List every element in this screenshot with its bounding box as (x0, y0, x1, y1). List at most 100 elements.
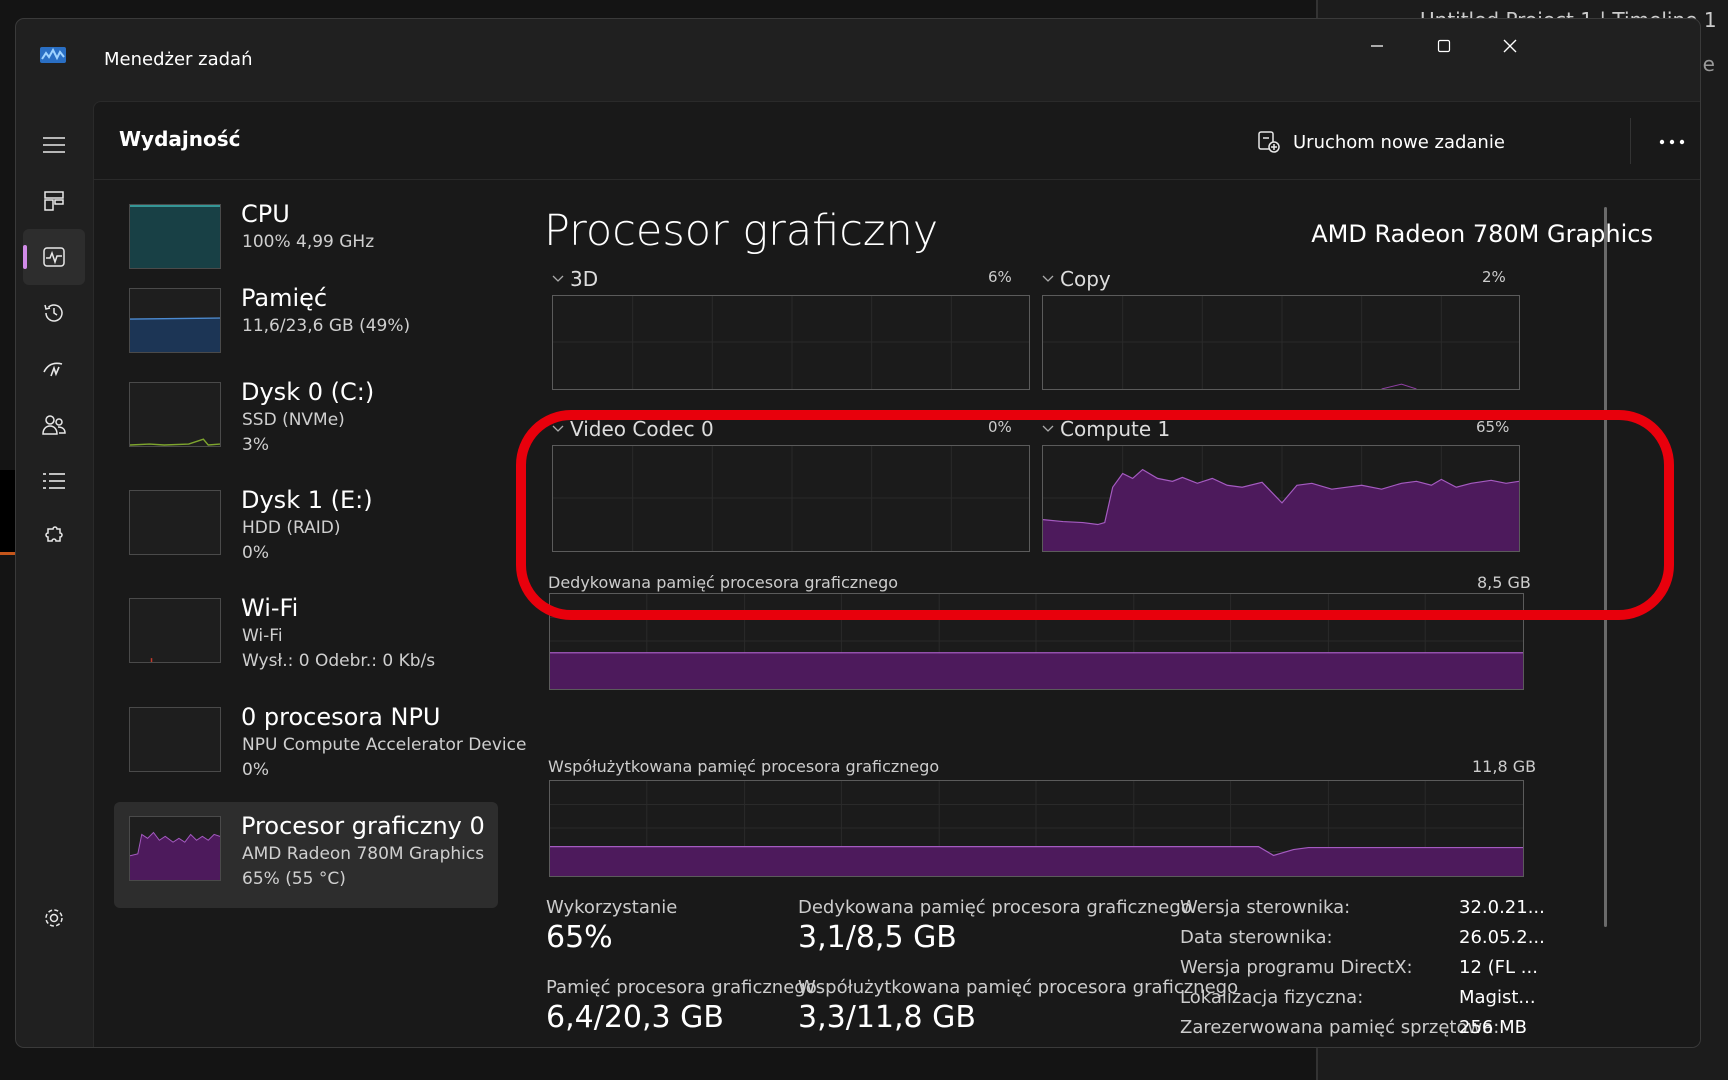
more-options-button[interactable] (1650, 124, 1694, 160)
engine-percent: 2% (1482, 268, 1506, 286)
users-icon (42, 415, 66, 435)
more-icon (1659, 139, 1685, 145)
engine-percent: 6% (988, 268, 1012, 286)
engine-selector-copy[interactable]: Copy (1042, 267, 1111, 291)
background-orange-bar (0, 470, 15, 555)
resource-subtitle: 100% 4,99 GHz (242, 232, 375, 252)
resource-subtitle: SSD (NVMe) (242, 410, 345, 430)
engine-graph-3d (552, 295, 1030, 390)
wifi-thumbnail (129, 598, 221, 663)
resource-subtitle: Wi-Fi (242, 626, 283, 646)
navigation-rail (16, 101, 92, 1047)
utilization-value: 65% (546, 920, 613, 955)
resource-item-memory[interactable]: Pamięć 11,6/23,6 GB (49%) (114, 274, 498, 380)
resource-item-disk1[interactable]: Dysk 1 (E:) HDD (RAID) 0% (114, 476, 498, 582)
nav-services[interactable] (23, 509, 85, 565)
resource-title: Pamięć (241, 284, 328, 312)
services-icon (45, 526, 63, 542)
minimize-button[interactable] (1357, 31, 1397, 61)
resource-value: 65% (55 °C) (242, 869, 346, 889)
engine-name: Copy (1060, 267, 1111, 291)
resource-title: Dysk 1 (E:) (241, 486, 373, 514)
resource-item-npu[interactable]: 0 procesora NPU NPU Compute Accelerator … (114, 693, 526, 799)
run-new-task-label: Uruchom nowe zadanie (1293, 131, 1505, 153)
disk0-thumbnail (129, 382, 221, 447)
shared-memory-max: 11,8 GB (1472, 757, 1537, 776)
dedicated-memory-stat-label: Dedykowana pamięć procesora graficznego (798, 897, 1192, 918)
settings-icon (45, 909, 63, 927)
page-header: Wydajność Uruchom nowe zadanie (94, 102, 1700, 180)
active-indicator (23, 245, 27, 269)
resource-title: Wi-Fi (241, 594, 299, 622)
app-title: Menedżer zadań (104, 49, 253, 70)
menu-button[interactable] (23, 117, 85, 173)
memory-thumbnail (129, 288, 221, 353)
nav-settings[interactable] (23, 890, 85, 946)
task-manager-app-icon (40, 47, 66, 63)
detail-key: Lokalizacja fizyczna: (1180, 987, 1364, 1008)
new-task-icon (1258, 131, 1280, 153)
gpu-memory-stat-label: Pamięć procesora graficznego (546, 977, 817, 998)
gpu-model-name: AMD Radeon 780M Graphics (1311, 220, 1653, 248)
dedicated-memory-stat-value: 3,1/8,5 GB (798, 920, 957, 955)
maximize-icon (1437, 39, 1451, 53)
app-history-icon (44, 304, 63, 322)
detail-value: 26.05.2... (1459, 927, 1545, 948)
gpu-memory-stat-value: 6,4/20,3 GB (546, 1000, 724, 1035)
npu-thumbnail (129, 707, 221, 772)
shared-memory-graph (549, 780, 1524, 877)
processes-icon (44, 191, 64, 211)
resource-value: 0% (242, 760, 269, 780)
maximize-button[interactable] (1424, 31, 1464, 61)
detail-key: Wersja sterownika: (1180, 897, 1351, 918)
chevron-down-icon (552, 275, 564, 282)
resource-title: Dysk 0 (C:) (241, 378, 375, 406)
resource-value: 3% (242, 435, 269, 455)
cpu-thumbnail (129, 204, 221, 269)
startup-icon (43, 362, 63, 377)
resource-subtitle: HDD (RAID) (242, 518, 341, 538)
shared-memory-stat-label: Współużytkowana pamięć procesora graficz… (798, 977, 1239, 998)
nav-processes[interactable] (23, 173, 85, 229)
performance-icon (43, 247, 65, 267)
close-icon (1503, 39, 1517, 53)
red-highlight-annotation (516, 410, 1674, 620)
resource-value: 0% (242, 543, 269, 563)
engine-selector-3d[interactable]: 3D (552, 267, 598, 291)
resource-title: Procesor graficzny 0 (241, 812, 485, 840)
detail-key: Zarezerwowana pamięć sprzętowa: (1180, 1017, 1500, 1038)
resource-subtitle: NPU Compute Accelerator Device (242, 735, 527, 755)
resource-value: Wysł.: 0 Odebr.: 0 Kb/s (242, 651, 436, 671)
resource-item-disk0[interactable]: Dysk 0 (C:) SSD (NVMe) 3% (114, 368, 498, 474)
nav-app-history[interactable] (23, 285, 85, 341)
run-new-task-button[interactable]: Uruchom nowe zadanie (1257, 124, 1505, 160)
gpu0-thumbnail (129, 816, 221, 881)
detail-key: Data sterownika: (1180, 927, 1333, 948)
disk1-thumbnail (129, 490, 221, 555)
shared-memory-stat-value: 3,3/11,8 GB (798, 1000, 976, 1035)
header-separator (1630, 118, 1631, 164)
detail-value: 12 (FL ... (1459, 957, 1538, 978)
resource-item-cpu[interactable]: CPU 100% 4,99 GHz (114, 180, 498, 286)
nav-performance[interactable] (23, 229, 85, 285)
resource-item-gpu0[interactable]: Procesor graficzny 0 AMD Radeon 780M Gra… (114, 802, 498, 908)
title-bar: Menedżer zadań (16, 19, 1700, 101)
engine-graph-copy (1042, 295, 1520, 390)
nav-users[interactable] (23, 397, 85, 453)
detail-value: 256 MB (1459, 1017, 1527, 1038)
nav-details[interactable] (23, 453, 85, 509)
details-icon (43, 473, 65, 489)
engine-name: 3D (570, 267, 599, 291)
resource-item-wifi[interactable]: Wi-Fi Wi-Fi Wysł.: 0 Odebr.: 0 Kb/s (114, 584, 498, 690)
resource-subtitle: AMD Radeon 780M Graphics (242, 844, 485, 864)
minimize-icon (1371, 45, 1383, 47)
detail-value: Magist... (1459, 987, 1536, 1008)
utilization-label: Wykorzystanie (546, 897, 678, 918)
detail-value: 32.0.21... (1459, 897, 1545, 918)
detail-key: Wersja programu DirectX: (1180, 957, 1413, 978)
nav-startup-apps[interactable] (23, 341, 85, 397)
resource-title: 0 procesora NPU (241, 703, 441, 731)
close-button[interactable] (1490, 31, 1530, 61)
page-title: Wydajność (119, 127, 241, 151)
menu-icon (43, 137, 65, 153)
